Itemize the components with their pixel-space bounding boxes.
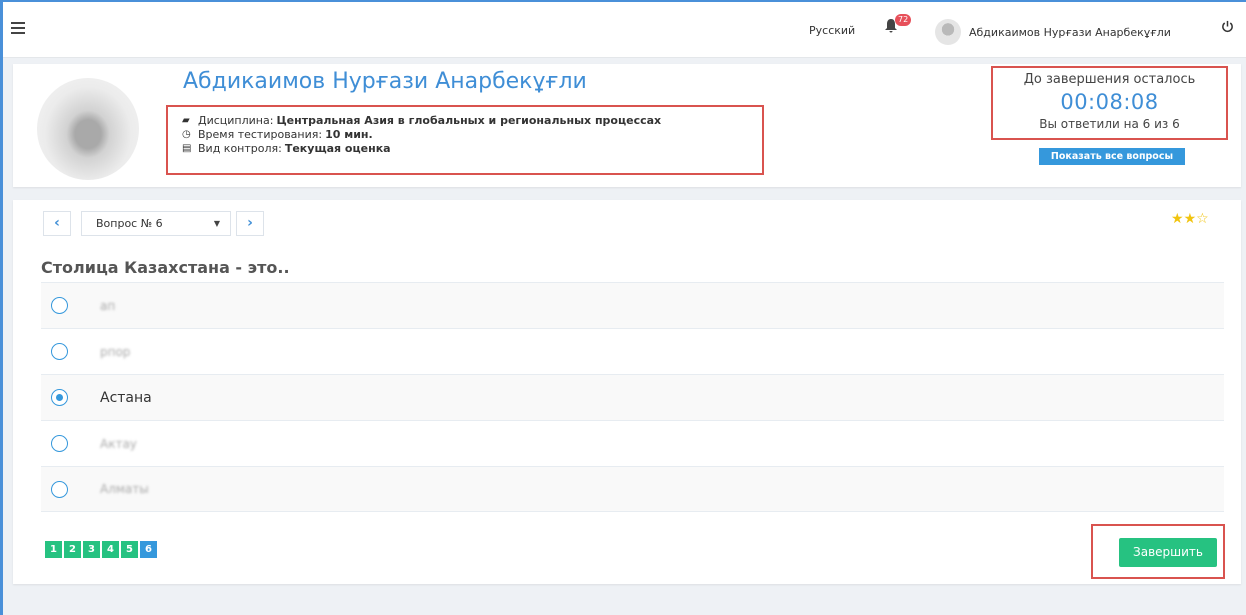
timer-box: До завершения осталось 00:08:08 Вы ответ… [991,66,1228,140]
question-selector[interactable]: Вопрос № 6 ▼ [81,211,231,236]
answer-option[interactable]: Алматы [41,466,1224,512]
prev-question-button[interactable]: ‹ [43,211,71,236]
discipline-value: Центральная Азия в глобальных и регионал… [276,114,662,127]
page-button[interactable]: 3 [83,541,100,558]
notification-badge: 72 [895,14,912,26]
finish-highlight-box: Завершить [1091,524,1225,579]
answer-option[interactable]: Актау [41,420,1224,466]
caret-down-icon: ▼ [213,219,220,228]
answer-radio[interactable] [51,343,68,360]
menu-icon[interactable] [11,22,25,34]
time-value: 10 мин. [325,128,373,141]
next-question-button[interactable]: › [236,211,264,236]
answer-option[interactable]: рпор [41,328,1224,374]
notifications-button[interactable]: 72 [883,14,912,38]
star-empty-icon: ☆ [1196,211,1209,227]
difficulty-rating: ★★☆ [1171,211,1209,227]
control-value: Текущая оценка [284,142,391,155]
student-avatar [37,78,139,180]
chevron-right-icon: › [247,215,253,231]
answered-count: Вы ответили на 6 из 6 [1039,117,1180,131]
answer-option[interactable]: Астана [41,374,1224,420]
page-button[interactable]: 2 [64,541,81,558]
time-row: ◷ Время тестирования: 10 мин. [182,128,762,142]
student-name: Абдикаимов Нурғази Анарбекұғли [183,69,587,94]
window-frame-left [0,0,3,615]
answer-option[interactable]: ап [41,282,1224,328]
chevron-left-icon: ‹ [54,215,60,231]
top-navbar: Русский 72 Абдикаимов Нурғази Анарбекұғл… [3,2,1246,58]
question-selector-value: Вопрос № 6 [96,217,163,230]
answer-radio[interactable] [51,297,68,314]
clock-icon: ◷ [182,129,191,140]
logout-button[interactable] [1221,20,1234,37]
question-card: ‹ Вопрос № 6 ▼ › ★★☆ Столица Казахстана … [13,200,1241,584]
star-filled-icon: ★ [1183,211,1197,227]
timer-label: До завершения осталось [1023,72,1196,87]
question-pagination: 123456 [45,541,157,558]
student-profile-card: Абдикаимов Нурғази Анарбекұғли ▰ Дисципл… [13,64,1241,187]
language-selector[interactable]: Русский [809,24,855,37]
finish-button[interactable]: Завершить [1119,538,1217,567]
user-name-link[interactable]: Абдикаимов Нурғази Анарбекұғли [969,26,1171,39]
page-button[interactable]: 1 [45,541,62,558]
discipline-label: Дисциплина: [198,114,274,127]
answer-list: ап рпор Астана Актау Алматы [41,282,1224,512]
page-button[interactable]: 4 [102,541,119,558]
list-icon: ▤ [182,143,192,154]
page-button[interactable]: 6 [140,541,157,558]
book-icon: ▰ [182,115,190,126]
timer-value: 00:08:08 [1060,90,1159,114]
answer-text: ап [100,298,116,313]
page-button[interactable]: 5 [121,541,138,558]
discipline-row: ▰ Дисциплина: Центральная Азия в глобаль… [182,114,762,128]
question-text: Столица Казахстана - это.. [41,258,290,277]
answer-radio[interactable] [51,480,68,498]
power-icon [1222,20,1233,32]
exam-info-box: ▰ Дисциплина: Центральная Азия в глобаль… [166,105,764,175]
star-filled-icon: ★ [1171,211,1184,227]
answer-radio[interactable] [51,435,68,452]
answer-radio[interactable] [51,389,68,406]
answer-text: Актау [100,436,137,451]
answer-text: рпор [100,344,131,359]
answer-text: Алматы [100,482,149,496]
user-avatar[interactable] [935,19,961,45]
time-label: Время тестирования: [198,128,323,141]
answer-text: Астана [100,389,152,406]
control-label: Вид контроля: [198,142,282,155]
control-row: ▤ Вид контроля: Текущая оценка [182,142,762,156]
show-all-questions-button[interactable]: Показать все вопросы [1039,148,1185,165]
